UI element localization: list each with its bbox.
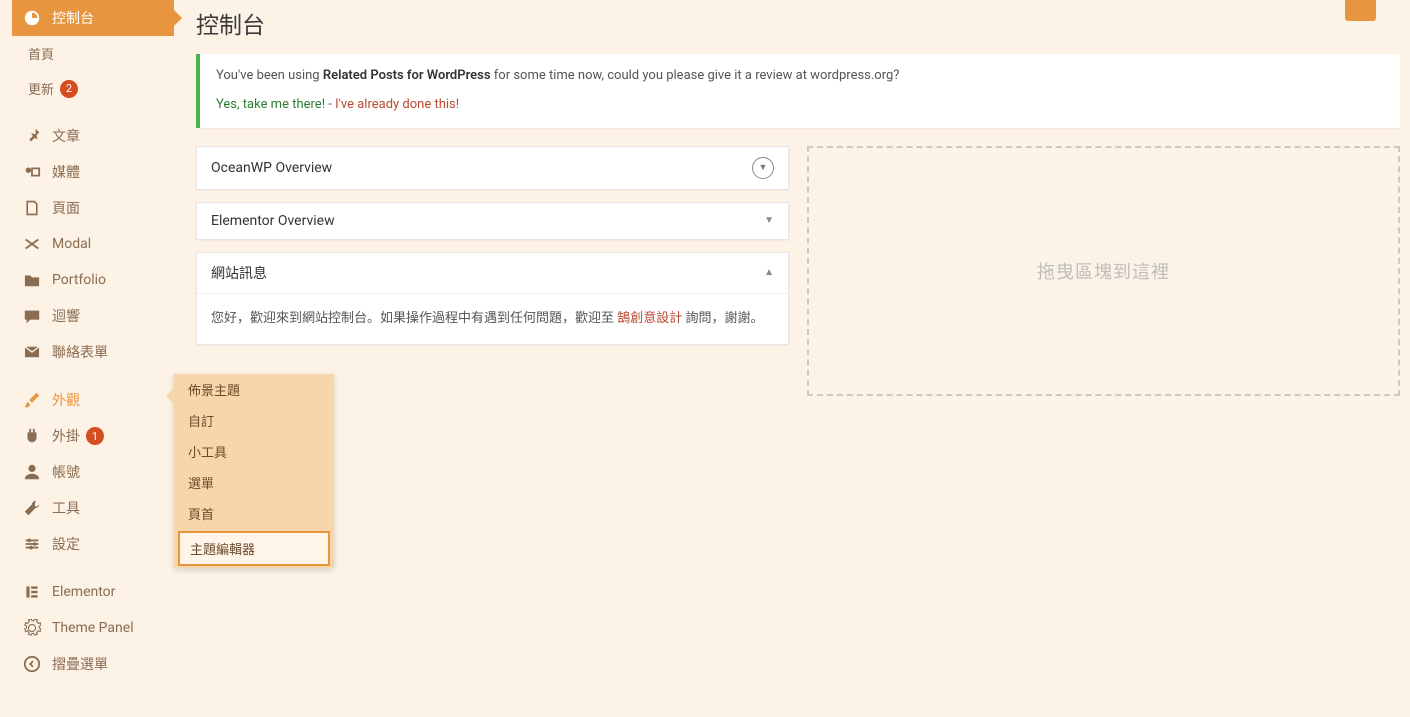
sidebar-item-label: 控制台 [52, 8, 94, 28]
elementor-icon [22, 582, 42, 602]
sidebar-item-users[interactable]: 帳號 [12, 454, 174, 490]
collapse-icon [22, 654, 42, 674]
postbox-site-info: 網站訊息 ▲ 您好，歡迎來到網站控制台。如果操作過程中有遇到任何問題，歡迎至 鵠… [196, 252, 789, 345]
sidebar-collapse[interactable]: 摺疊選單 [12, 646, 174, 682]
sidebar-item-label: 摺疊選單 [52, 654, 108, 674]
comments-icon [22, 306, 42, 326]
sidebar-item-label: Theme Panel [52, 620, 134, 636]
postbox-header[interactable]: 網站訊息 ▲ [197, 253, 788, 293]
sidebar-item-appearance[interactable]: 外觀 [12, 382, 174, 418]
dropzone-text: 拖曳區塊到這裡 [1037, 258, 1170, 284]
sidebar-item-dashboard[interactable]: 控制台 [12, 0, 174, 36]
review-notice: You've been using Related Posts for Word… [196, 54, 1400, 128]
postbox-oceanwp: OceanWP Overview ▼ [196, 146, 789, 190]
sidebar-item-label: 迴響 [52, 306, 80, 326]
sidebar-item-pages[interactable]: 頁面 [12, 190, 174, 226]
mail-icon [22, 342, 42, 362]
sidebar-item-label: 設定 [52, 534, 80, 554]
sidebar-item-label: 首頁 [28, 44, 54, 63]
notice-actions: Yes, take me there! - I've already done … [216, 95, 1384, 116]
menu-separator [12, 562, 174, 574]
postbox-title: OceanWP Overview [211, 160, 332, 176]
sidebar-item-settings[interactable]: 設定 [12, 526, 174, 562]
sidebar-item-label: 聯絡表單 [52, 342, 108, 362]
flyout-item-theme-editor[interactable]: 主題編輯器 [178, 531, 330, 566]
sidebar-item-label: 頁面 [52, 198, 80, 218]
postbox-title: 網站訊息 [211, 263, 267, 283]
menu-separator [12, 106, 174, 118]
postbox-body: 您好，歡迎來到網站控制台。如果操作過程中有遇到任何問題，歡迎至 鵠創意設計 詢問… [197, 293, 788, 344]
site-info-link[interactable]: 鵠創意設計 [617, 311, 682, 326]
widgets-col-left: OceanWP Overview ▼ Elementor Overview ▼ … [196, 146, 789, 396]
sidebar-item-comments[interactable]: 迴響 [12, 298, 174, 334]
flyout-item-themes[interactable]: 佈景主題 [174, 374, 334, 405]
widget-dropzone[interactable]: 拖曳區塊到這裡 [807, 146, 1400, 396]
postbox-title: Elementor Overview [211, 213, 335, 229]
sidebar-item-label: 外觀 [52, 390, 80, 410]
dashboard-icon [22, 8, 42, 28]
admin-sidebar: 控制台 首頁 更新 2 文章 媒體 頁面 Modal Portfolio [12, 0, 174, 717]
postbox-header[interactable]: Elementor Overview ▼ [197, 203, 788, 239]
user-icon [22, 462, 42, 482]
toggle-up-icon[interactable]: ▲ [764, 267, 774, 278]
settings-icon [22, 534, 42, 554]
screen-options-button[interactable] [1345, 0, 1376, 21]
media-icon [22, 162, 42, 182]
sidebar-item-theme-panel[interactable]: Theme Panel [12, 610, 174, 646]
sidebar-item-label: 媒體 [52, 162, 80, 182]
sidebar-item-label: 帳號 [52, 462, 80, 482]
sidebar-item-label: Elementor [52, 584, 115, 600]
sidebar-item-portfolio[interactable]: Portfolio [12, 262, 174, 298]
modal-icon [22, 234, 42, 254]
appearance-submenu: 佈景主題 自訂 小工具 選單 頁首 主題編輯器 [174, 374, 334, 568]
updates-badge: 2 [60, 80, 78, 98]
pages-icon [22, 198, 42, 218]
sidebar-item-media[interactable]: 媒體 [12, 154, 174, 190]
notice-text: You've been using Related Posts for Word… [216, 66, 1384, 87]
flyout-item-customize[interactable]: 自訂 [174, 405, 334, 436]
postbox-elementor: Elementor Overview ▼ [196, 202, 789, 240]
wrench-icon [22, 498, 42, 518]
sidebar-item-label: 文章 [52, 126, 80, 146]
portfolio-icon [22, 270, 42, 290]
sidebar-subitem-home[interactable]: 首頁 [12, 36, 174, 71]
flyout-item-header[interactable]: 頁首 [174, 498, 334, 529]
sidebar-item-plugins[interactable]: 外掛 1 [12, 418, 174, 454]
menu-separator [12, 370, 174, 382]
sidebar-item-label: 外掛 [52, 426, 80, 446]
widgets-col-right: 拖曳區塊到這裡 [807, 146, 1400, 396]
sidebar-item-contact[interactable]: 聯絡表單 [12, 334, 174, 370]
sidebar-item-label: Portfolio [52, 272, 106, 288]
postbox-header[interactable]: OceanWP Overview ▼ [197, 147, 788, 189]
plugins-icon [22, 426, 42, 446]
sidebar-item-elementor[interactable]: Elementor [12, 574, 174, 610]
page-title: 控制台 [190, 0, 1400, 54]
sidebar-subitem-updates[interactable]: 更新 2 [12, 71, 174, 106]
toggle-down-icon[interactable]: ▼ [752, 157, 774, 179]
sidebar-item-label: 更新 [28, 79, 54, 98]
flyout-item-widgets[interactable]: 小工具 [174, 436, 334, 467]
notice-link-yes[interactable]: Yes, take me there! [216, 97, 325, 112]
sidebar-item-modal[interactable]: Modal [12, 226, 174, 262]
main-content: 控制台 You've been using Related Posts for … [190, 0, 1400, 717]
brush-icon [22, 390, 42, 410]
sidebar-item-label: Modal [52, 236, 91, 252]
sidebar-item-posts[interactable]: 文章 [12, 118, 174, 154]
toggle-down-icon[interactable]: ▼ [764, 215, 774, 226]
notice-link-done[interactable]: I've already done this! [335, 97, 459, 112]
gear-icon [22, 618, 42, 638]
flyout-item-menus[interactable]: 選單 [174, 467, 334, 498]
dashboard-widgets: OceanWP Overview ▼ Elementor Overview ▼ … [196, 146, 1400, 396]
plugins-badge: 1 [86, 427, 104, 445]
pin-icon [22, 126, 42, 146]
sidebar-item-tools[interactable]: 工具 [12, 490, 174, 526]
sidebar-item-label: 工具 [52, 498, 80, 518]
